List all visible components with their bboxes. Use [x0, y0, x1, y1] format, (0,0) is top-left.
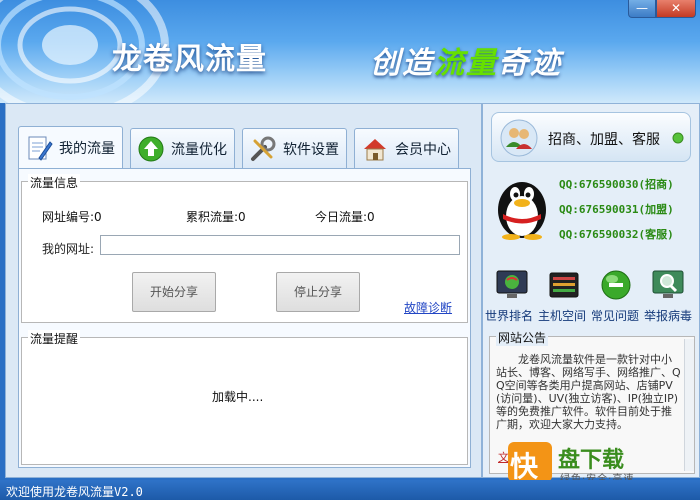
app-header: 龙卷风流量 创造流量奇迹 — ✕ — [0, 0, 700, 103]
house-icon — [364, 138, 386, 160]
tab-member-center[interactable]: 会员中心 — [354, 128, 459, 168]
right-sidebar: 招商、加盟、客服 QQ:676590030(招商) QQ:676590031(加… — [482, 103, 700, 478]
traffic-reminder-group: 流量提醒 加载中.... — [21, 330, 468, 465]
app-title: 龙卷风流量 — [112, 42, 267, 77]
qq-penguin-icon — [498, 182, 546, 240]
tab-panel: 流量信息 网址编号:0 累积流量:0 今日流量:0 我的网址: 开始分享 停止分… — [18, 168, 471, 468]
tab-label: 流量优化 — [171, 141, 227, 158]
tab-label: 会员中心 — [395, 141, 451, 158]
tab-software-settings[interactable]: 软件设置 — [242, 128, 347, 168]
faq-link[interactable]: 常见问题 — [591, 307, 639, 324]
start-share-button[interactable]: 开始分享 — [132, 272, 216, 312]
green-orb-icon[interactable] — [599, 268, 633, 302]
status-bar: 欢迎使用龙卷风流量V2.0 — [0, 480, 700, 500]
slogan-part3: 奇迹 — [498, 46, 562, 81]
status-text: 欢迎使用龙卷风流量V2.0 — [6, 485, 143, 499]
today-traffic-stat: 今日流量:0 — [315, 210, 375, 224]
contacts-icon — [500, 119, 538, 157]
server-icon[interactable] — [547, 268, 581, 302]
report-virus-link[interactable]: 举报病毒 — [644, 307, 692, 324]
url-label: 我的网址: — [42, 242, 95, 256]
loading-text: 加载中.... — [212, 390, 264, 404]
watermark-char: 快 — [510, 450, 539, 483]
site-id-stat: 网址编号:0 — [42, 210, 102, 224]
merchant-label: 招商、加盟、客服 — [548, 132, 660, 148]
diagnose-link[interactable]: 故障诊断 — [404, 299, 452, 316]
tools-icon — [251, 136, 276, 161]
url-input[interactable] — [100, 235, 460, 255]
qq-merchant[interactable]: QQ:676590030(招商) — [559, 176, 674, 192]
tab-label: 软件设置 — [283, 141, 339, 158]
group-title: 流量提醒 — [28, 330, 81, 347]
tab-traffic-optimize[interactable]: 流量优化 — [130, 128, 235, 168]
host-space-link[interactable]: 主机空间 — [538, 307, 586, 324]
minimize-button[interactable]: — — [628, 0, 656, 18]
notice-body: 龙卷风流量软件是一款针对中小站长、博客、网络写手、网络推广、QQ空间等各类用户提… — [496, 353, 681, 431]
merchant-service-button[interactable]: 招商、加盟、客服 — [491, 112, 691, 162]
world-rank-link[interactable]: 世界排名 — [485, 307, 533, 324]
main-area: 我的流量 流量优化 软件设置 会员中心 流量信息 网址编号:0 累积流量:0 今… — [5, 103, 482, 478]
close-button[interactable]: ✕ — [656, 0, 696, 18]
magnifier-monitor-icon[interactable] — [651, 268, 685, 302]
slogan-part2: 流量 — [434, 46, 498, 81]
slogan-part1: 创造 — [370, 46, 434, 81]
up-arrow-icon — [138, 136, 164, 161]
slogan: 创造流量奇迹 — [370, 38, 562, 82]
stop-share-button[interactable]: 停止分享 — [276, 272, 360, 312]
notice-title: 网站公告 — [496, 329, 549, 346]
qq-support[interactable]: QQ:676590032(客服) — [559, 226, 674, 242]
total-traffic-stat: 累积流量:0 — [186, 210, 246, 224]
globe-monitor-icon[interactable] — [495, 268, 529, 302]
tab-label: 我的流量 — [59, 141, 115, 157]
group-title: 流量信息 — [28, 174, 81, 191]
tab-my-traffic[interactable]: 我的流量 — [18, 126, 123, 169]
document-pen-icon — [28, 136, 53, 161]
status-dot-icon — [672, 132, 684, 144]
qq-franchise[interactable]: QQ:676590031(加盟) — [559, 201, 674, 217]
traffic-info-group: 流量信息 网址编号:0 累积流量:0 今日流量:0 我的网址: 开始分享 停止分… — [21, 174, 468, 323]
